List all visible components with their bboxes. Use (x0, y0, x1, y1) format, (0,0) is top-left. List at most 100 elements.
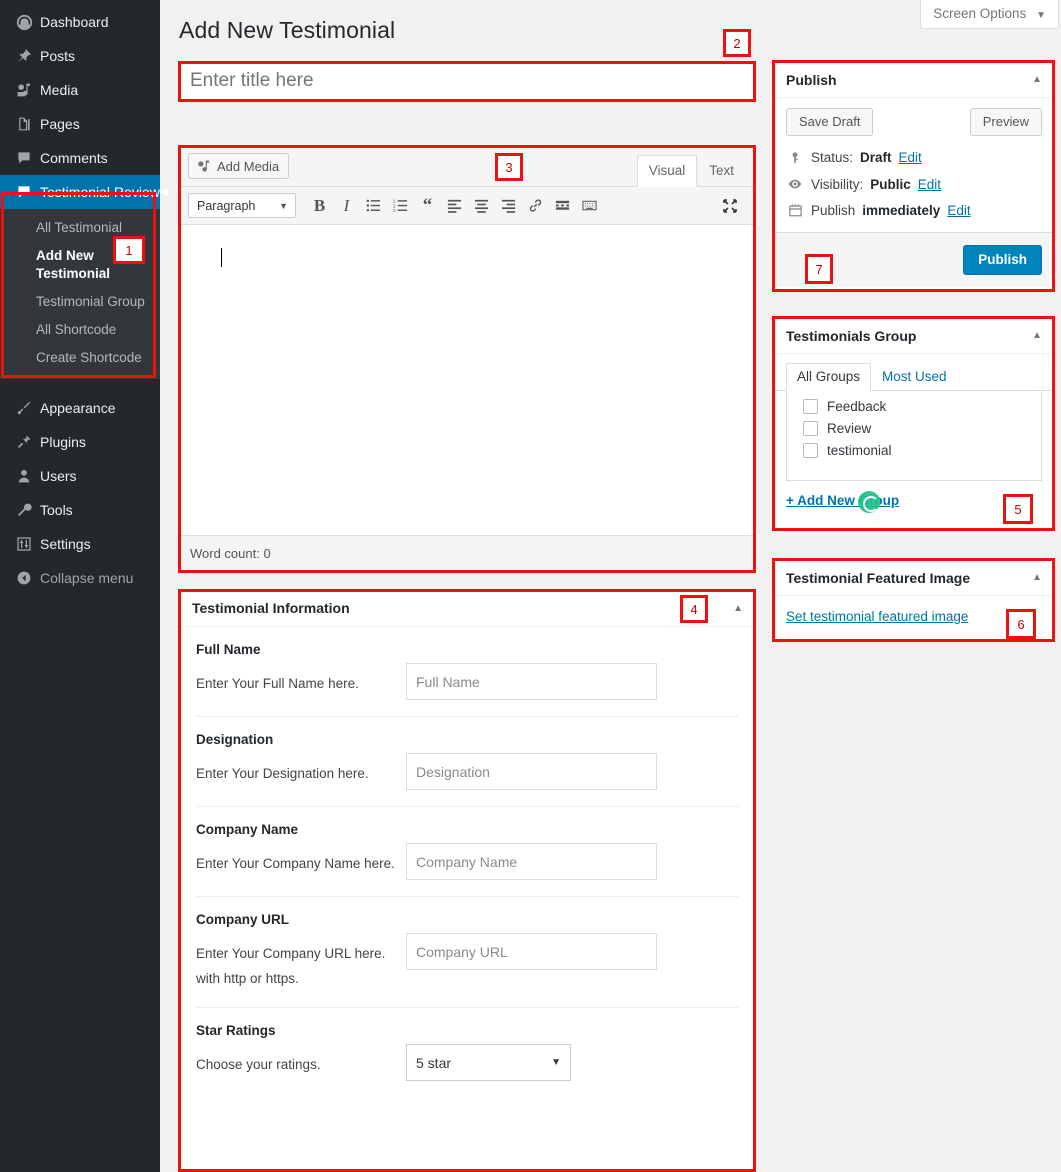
chevron-down-icon: ▼ (279, 200, 288, 211)
status-edit-link[interactable]: Edit (899, 150, 922, 165)
tab-text[interactable]: Text (697, 155, 746, 187)
field-label: Full Name (196, 642, 261, 657)
sidebar-item-settings[interactable]: Settings (0, 527, 160, 561)
bulleted-list-icon[interactable] (360, 192, 387, 220)
designation-input[interactable] (406, 753, 657, 790)
align-center-icon[interactable] (468, 192, 495, 220)
editor-mode-tabs: Visual Text (636, 155, 746, 187)
fullscreen-icon[interactable] (716, 192, 743, 220)
testimonials-group-panel: Testimonials Group ▲ All Groups Most Use… (773, 317, 1055, 530)
sidebar-item-comments[interactable]: Comments (0, 141, 160, 175)
sidebar-item-plugins[interactable]: Plugins (0, 425, 160, 459)
insert-link-icon[interactable] (522, 192, 549, 220)
field-label-group: Designation Enter Your Designation here. (196, 731, 406, 790)
add-media-button[interactable]: Add Media (188, 153, 290, 179)
chevron-down-icon: ▼ (551, 1057, 561, 1068)
media-icon (11, 82, 37, 98)
list-item[interactable]: testimonial (803, 443, 1041, 458)
sidebar-item-dashboard[interactable]: Dashboard (0, 5, 160, 39)
read-more-icon[interactable] (549, 192, 576, 220)
paragraph-format-value: Paragraph (197, 198, 256, 213)
collapse-menu-button[interactable]: Collapse menu (0, 561, 160, 595)
visibility-edit-link[interactable]: Edit (918, 177, 941, 192)
list-item[interactable]: Feedback (803, 399, 1041, 414)
full-name-input[interactable] (406, 663, 657, 700)
publish-date-edit-link[interactable]: Edit (947, 203, 970, 218)
field-label-group: Star Ratings Choose your ratings. (196, 1022, 406, 1081)
field-row-star-ratings: Star Ratings Choose your ratings. 5 star… (196, 1008, 739, 1097)
publish-date-row: Publish immediately Edit (786, 203, 1042, 218)
comment-bubble-icon (11, 184, 37, 200)
user-icon (11, 468, 37, 484)
sidebar-item-testimonial-group[interactable]: Testimonial Group (0, 288, 160, 316)
italic-icon[interactable]: I (333, 192, 360, 220)
preview-button[interactable]: Preview (969, 108, 1042, 136)
panel-toggle-icon[interactable]: ▲ (1032, 572, 1042, 583)
panel-toggle-icon[interactable]: ▲ (733, 603, 743, 614)
company-name-input[interactable] (406, 843, 657, 880)
screen-options-button[interactable]: Screen Options ▼ (920, 0, 1059, 29)
featured-image-body: Set testimonial featured image (774, 596, 1054, 637)
star-ratings-value: 5 star (416, 1054, 452, 1071)
sidebar-item-media[interactable]: Media (0, 73, 160, 107)
blockquote-icon[interactable]: “ (414, 192, 441, 220)
tab-all-groups[interactable]: All Groups (786, 363, 872, 391)
sidebar-item-label: Users (40, 468, 77, 484)
editor-content-area[interactable] (180, 225, 755, 535)
post-editor: Add Media Visual Text Paragraph ▼ B I 12… (179, 145, 756, 572)
panel-header: Testimonial Information ▲ (180, 590, 755, 627)
save-draft-button[interactable]: Save Draft (786, 108, 874, 136)
checkbox-testimonial[interactable] (803, 443, 818, 458)
publish-button[interactable]: Publish (963, 245, 1042, 275)
sidebar-item-label: Posts (40, 48, 76, 64)
post-title-input[interactable] (180, 62, 755, 100)
field-input-group (406, 911, 739, 991)
toolbar-toggle-icon[interactable] (576, 192, 603, 220)
sidebar-item-label: Dashboard (40, 14, 109, 30)
add-media-label: Add Media (217, 158, 280, 174)
panel-header: Testimonials Group ▲ (774, 318, 1054, 354)
add-new-group-link[interactable]: + Add New Group (786, 491, 899, 513)
checkbox-review[interactable] (803, 421, 818, 436)
sidebar-item-create-shortcode[interactable]: Create Shortcode (0, 344, 160, 372)
field-label-group: Company Name Enter Your Company Name her… (196, 821, 406, 880)
sidebar-item-testimonial-review[interactable]: Testimonial Review ◀ (0, 175, 168, 209)
align-right-icon[interactable] (495, 192, 522, 220)
field-input-group (406, 821, 739, 880)
sidebar-item-posts[interactable]: Posts (0, 39, 160, 73)
field-label-group: Full Name Enter Your Full Name here. (196, 641, 406, 700)
panel-title: Publish (786, 71, 837, 88)
field-row-designation: Designation Enter Your Designation here. (196, 717, 739, 807)
panel-toggle-icon[interactable]: ▲ (1032, 330, 1042, 341)
sidebar-item-users[interactable]: Users (0, 459, 160, 493)
sidebar-item-all-shortcode[interactable]: All Shortcode (0, 316, 160, 344)
sidebar-item-label: Comments (40, 150, 108, 166)
sidebar-item-add-new-testimonial[interactable]: Add New Testimonial (0, 242, 160, 288)
sidebar-item-tools[interactable]: Tools (0, 493, 160, 527)
testimonial-submenu: All Testimonial Add New Testimonial Test… (0, 209, 160, 379)
sidebar-item-pages[interactable]: Pages (0, 107, 160, 141)
visibility-row: Visibility: Public Edit (786, 176, 1042, 192)
field-description: Choose your ratings. (196, 1057, 321, 1072)
panel-header: Publish ▲ (774, 62, 1054, 98)
word-count-label: Word count: 0 (190, 545, 271, 561)
star-ratings-select[interactable]: 5 star ▼ (406, 1044, 571, 1081)
wrench-icon (11, 502, 37, 518)
field-label: Star Ratings (196, 1023, 276, 1038)
panel-title: Testimonial Information (192, 600, 350, 616)
sidebar-item-label: Plugins (40, 434, 86, 450)
checkbox-feedback[interactable] (803, 399, 818, 414)
set-featured-image-link[interactable]: Set testimonial featured image (786, 609, 968, 624)
sidebar-item-all-testimonial[interactable]: All Testimonial (0, 214, 160, 242)
publish-date-value: immediately (862, 203, 941, 218)
bold-icon[interactable]: B (306, 192, 333, 220)
tab-visual[interactable]: Visual (636, 155, 698, 187)
panel-toggle-icon[interactable]: ▲ (1032, 74, 1042, 85)
paragraph-format-select[interactable]: Paragraph ▼ (188, 193, 296, 218)
sidebar-item-appearance[interactable]: Appearance (0, 391, 160, 425)
tab-most-used[interactable]: Most Used (871, 363, 958, 391)
list-item[interactable]: Review (803, 421, 1041, 436)
align-left-icon[interactable] (441, 192, 468, 220)
company-url-input[interactable] (406, 933, 657, 970)
numbered-list-icon[interactable]: 123 (387, 192, 414, 220)
